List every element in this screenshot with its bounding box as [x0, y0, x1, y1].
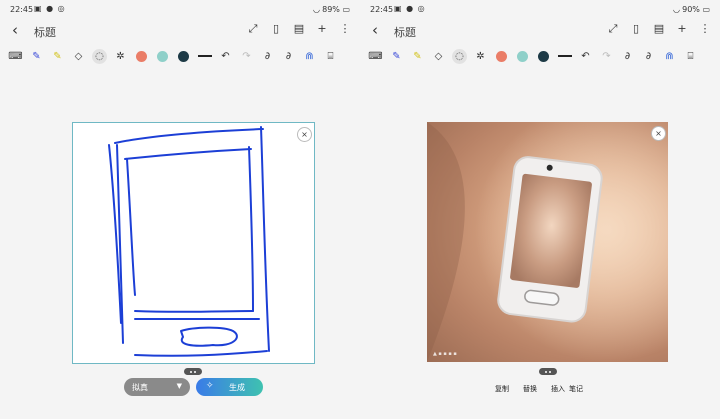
keyboard-icon[interactable]: ⌨ — [8, 49, 23, 64]
style-dropdown[interactable]: 拟真 ▼ — [124, 378, 190, 396]
ai-sketch-icon[interactable]: ✲ — [113, 49, 128, 64]
title-bar: ‹ 标题 ⤢ ▯ ▤ + ⋮ — [0, 20, 360, 42]
document-icon[interactable]: ▤ — [292, 22, 306, 36]
more-icon[interactable]: ⋮ — [338, 22, 352, 36]
ai-assist-icon[interactable]: ⋒ — [662, 49, 677, 64]
insert-action[interactable]: 插入 — [551, 384, 565, 394]
undo-icon[interactable]: ↶ — [578, 49, 593, 64]
color-teal[interactable] — [155, 49, 170, 64]
status-time: 22:45 — [370, 5, 394, 14]
image-action-bar: 复制 替换 插入 笔记 — [495, 380, 605, 398]
line-width-icon[interactable] — [557, 49, 572, 64]
hand-sketch — [108, 126, 270, 357]
color-dark[interactable] — [176, 49, 191, 64]
note-title[interactable]: 标题 — [394, 24, 416, 40]
color-coral[interactable] — [494, 49, 509, 64]
note-title[interactable]: 标题 — [34, 24, 56, 40]
generate-label: 生成 — [229, 383, 245, 392]
add-icon[interactable]: + — [315, 22, 329, 36]
color-dark[interactable] — [536, 49, 551, 64]
eraser-icon[interactable]: ◇ — [431, 49, 446, 64]
battery-level: 90% — [682, 5, 700, 14]
battery-indicator: ◟◞ 90% ▭ — [673, 5, 710, 14]
redo-icon[interactable]: ↷ — [239, 49, 254, 64]
generated-image[interactable]: ▲ ▪ ▪ ▪ ▪ × — [427, 122, 668, 362]
redo-icon[interactable]: ↷ — [599, 49, 614, 64]
notification-icons: ▣ ● ◎ — [34, 4, 66, 13]
note-action[interactable]: 笔记 — [569, 384, 583, 394]
book-view-icon[interactable]: ▯ — [629, 22, 643, 36]
pen-icon[interactable]: ✎ — [389, 49, 404, 64]
close-icon[interactable]: × — [651, 126, 666, 141]
text-format-icon[interactable]: ⌸ — [683, 49, 698, 64]
wifi-icon: ◟◞ — [313, 5, 320, 14]
status-bar: 22:45 ▣ ● ◎ ◟◞ 90% ▭ — [360, 0, 720, 18]
notification-icons: ▣ ● ◎ — [394, 4, 426, 13]
color-coral[interactable] — [134, 49, 149, 64]
wifi-icon: ◟◞ — [673, 5, 680, 14]
color-teal[interactable] — [515, 49, 530, 64]
status-time: 22:45 — [10, 5, 34, 14]
pen-toolbar: ⌨ ✎ ✎ ◇ ◌ ✲ ↶ ↷ ∂ ∂ ⋒ ⌸ — [8, 46, 354, 66]
ai-watermark: ▲ ▪ ▪ ▪ ▪ — [433, 351, 457, 357]
battery-level: 89% — [322, 5, 340, 14]
pen-icon[interactable]: ✎ — [29, 49, 44, 64]
shape-fill-icon[interactable]: ∂ — [281, 49, 296, 64]
shape-pen-icon[interactable]: ∂ — [620, 49, 635, 64]
title-bar: ‹ 标题 ⤢ ▯ ▤ + ⋮ — [360, 20, 720, 42]
highlighter-icon[interactable]: ✎ — [410, 49, 425, 64]
phone-render — [427, 122, 668, 362]
status-bar: 22:45 ▣ ● ◎ ◟◞ 89% ▭ — [0, 0, 360, 18]
sparkle-icon: ✧ — [206, 381, 214, 391]
battery-indicator: ◟◞ 89% ▭ — [313, 5, 350, 14]
line-width-icon[interactable] — [197, 49, 212, 64]
ai-assist-icon[interactable]: ⋒ — [302, 49, 317, 64]
more-icon[interactable]: ⋮ — [698, 22, 712, 36]
replace-action[interactable]: 替换 — [523, 384, 537, 394]
keyboard-icon[interactable]: ⌨ — [368, 49, 383, 64]
left-pane: 22:45 ▣ ● ◎ ◟◞ 89% ▭ ‹ 标题 ⤢ ▯ ▤ + ⋮ ⌨ ✎ … — [0, 0, 360, 419]
back-icon[interactable]: ‹ — [372, 21, 378, 39]
lasso-icon[interactable]: ◌ — [452, 48, 467, 64]
ai-sketch-icon[interactable]: ✲ — [473, 49, 488, 64]
style-value: 拟真 — [132, 383, 148, 392]
undo-icon[interactable]: ↶ — [218, 49, 233, 64]
battery-icon: ▭ — [702, 5, 710, 14]
back-icon[interactable]: ‹ — [12, 21, 18, 39]
eraser-icon[interactable]: ◇ — [71, 49, 86, 64]
text-format-icon[interactable]: ⌸ — [323, 49, 338, 64]
lasso-icon[interactable]: ◌ — [92, 48, 107, 64]
chevron-down-icon: ▼ — [176, 382, 182, 390]
close-icon[interactable]: × — [297, 127, 312, 142]
copy-action[interactable]: 复制 — [495, 384, 509, 394]
shape-fill-icon[interactable]: ∂ — [641, 49, 656, 64]
highlighter-icon[interactable]: ✎ — [50, 49, 65, 64]
book-view-icon[interactable]: ▯ — [269, 22, 283, 36]
page-dots — [184, 368, 202, 375]
pen-toolbar: ⌨ ✎ ✎ ◇ ◌ ✲ ↶ ↷ ∂ ∂ ⋒ ⌸ — [368, 46, 714, 66]
expand-icon[interactable]: ⤢ — [246, 22, 260, 36]
generate-button[interactable]: ✧ 生成 — [196, 378, 263, 396]
page-dots — [539, 368, 557, 375]
shape-pen-icon[interactable]: ∂ — [260, 49, 275, 64]
sketch-canvas[interactable]: × — [72, 122, 315, 364]
battery-icon: ▭ — [342, 5, 350, 14]
expand-icon[interactable]: ⤢ — [606, 22, 620, 36]
document-icon[interactable]: ▤ — [652, 22, 666, 36]
add-icon[interactable]: + — [675, 22, 689, 36]
